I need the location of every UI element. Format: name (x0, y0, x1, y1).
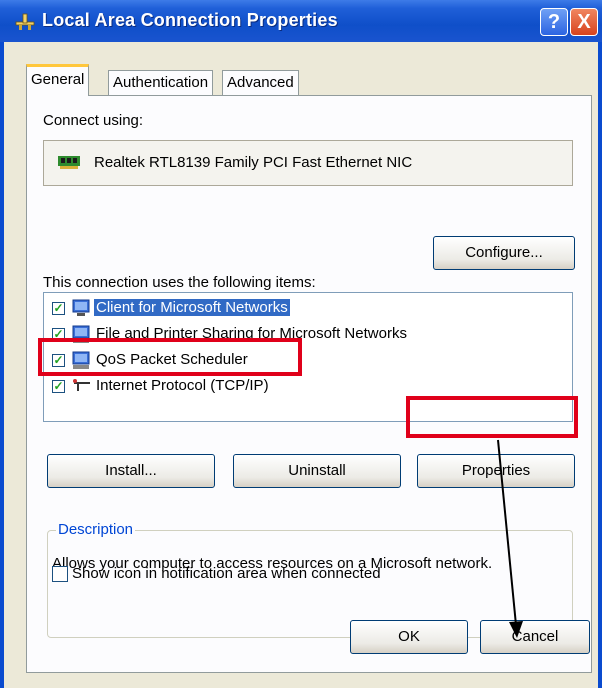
annotation-arrow (497, 439, 523, 638)
properties-dialog: Local Area Connection Properties ? X Gen… (0, 0, 602, 688)
tab-general[interactable]: General (26, 64, 90, 96)
